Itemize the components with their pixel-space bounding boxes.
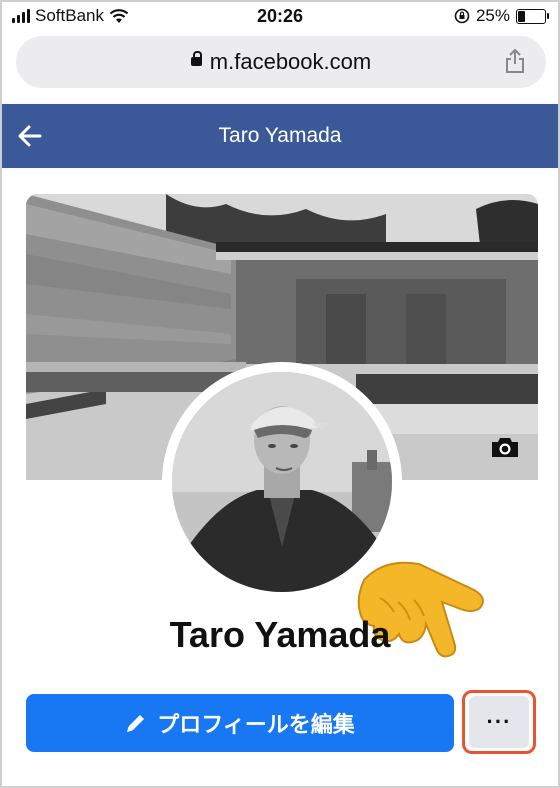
- orientation-lock-icon: [454, 8, 470, 24]
- status-bar: SoftBank 20:26 25%: [2, 2, 558, 30]
- more-options-button[interactable]: ···: [469, 696, 529, 748]
- url-display[interactable]: m.facebook.com: [16, 36, 546, 88]
- profile-name: Taro Yamada: [169, 614, 391, 655]
- share-icon[interactable]: [504, 48, 526, 74]
- address-bar[interactable]: m.facebook.com: [16, 36, 546, 88]
- edit-profile-button[interactable]: プロフィールを編集: [26, 694, 454, 752]
- profile-header: Taro Yamada: [2, 104, 558, 168]
- lock-icon: [190, 50, 202, 66]
- more-options-label: ···: [486, 709, 512, 734]
- camera-icon[interactable]: [490, 434, 520, 460]
- battery-fill: [518, 10, 525, 22]
- url-text: m.facebook.com: [209, 49, 372, 74]
- header-title: Taro Yamada: [218, 124, 342, 147]
- pencil-icon: [127, 715, 145, 732]
- battery-percent: 25%: [475, 6, 510, 25]
- status-right: 25%: [454, 6, 549, 26]
- edit-profile-label: プロフィールを編集: [157, 712, 355, 737]
- battery-icon: [516, 8, 549, 24]
- phone-screen: SoftBank 20:26 25% m.facebook.com Taro Y…: [0, 0, 560, 788]
